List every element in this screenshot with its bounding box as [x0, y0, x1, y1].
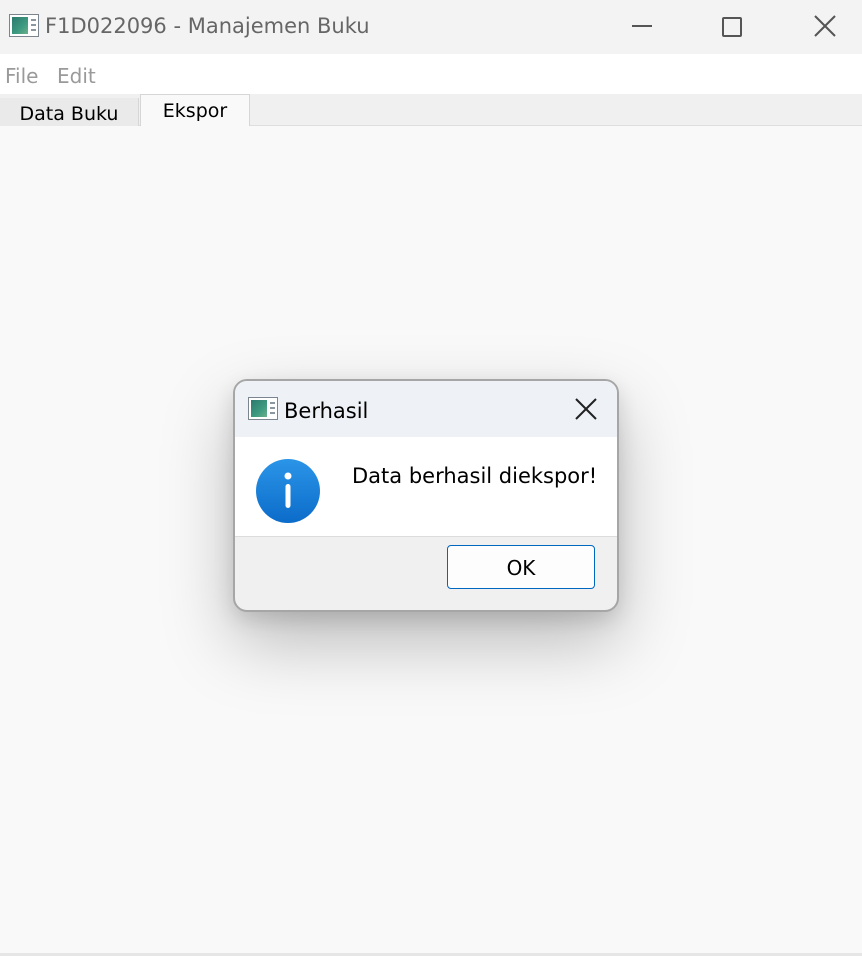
dialog-body: Data berhasil diekspor! — [235, 437, 617, 537]
app-icon — [9, 14, 39, 37]
close-icon — [575, 398, 597, 420]
tab-ekspor[interactable]: Ekspor — [140, 94, 250, 126]
title-bar: F1D022096 - Manajemen Buku — [0, 0, 862, 54]
window-title: F1D022096 - Manajemen Buku — [45, 14, 370, 38]
ok-button[interactable]: OK — [447, 545, 595, 589]
dialog-title-bar: Berhasil — [235, 381, 617, 437]
minimize-icon — [632, 25, 652, 27]
info-icon — [256, 459, 320, 523]
dialog-message: Data berhasil diekspor! — [352, 464, 598, 488]
message-dialog: Berhasil Data berhasil diekspor! OK — [233, 379, 619, 612]
minimize-button[interactable] — [619, 0, 665, 54]
tab-bar: Data Buku Ekspor — [0, 94, 862, 126]
maximize-icon — [722, 17, 742, 37]
menu-bar: File Edit — [0, 54, 862, 94]
close-icon — [814, 15, 836, 37]
dialog-title: Berhasil — [284, 399, 369, 423]
dialog-close-button[interactable] — [563, 387, 609, 431]
dialog-app-icon — [248, 397, 278, 420]
menu-edit[interactable]: Edit — [57, 64, 96, 88]
tab-data-buku[interactable]: Data Buku — [0, 98, 139, 126]
close-button[interactable] — [802, 0, 848, 54]
maximize-button[interactable] — [708, 0, 754, 54]
menu-file[interactable]: File — [5, 64, 38, 88]
